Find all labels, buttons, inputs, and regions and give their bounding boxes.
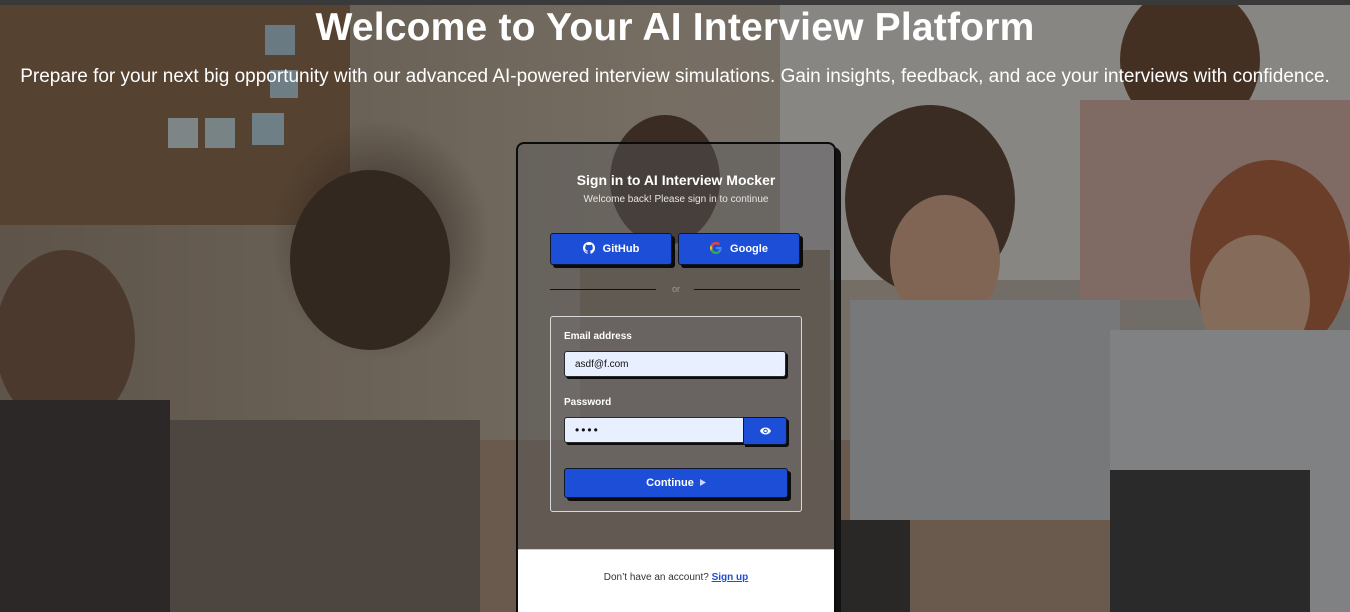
divider-line-left	[550, 289, 656, 290]
continue-button-label: Continue	[646, 477, 694, 489]
github-button[interactable]: GitHub	[550, 233, 672, 265]
google-icon	[710, 241, 722, 257]
caret-right-icon	[699, 477, 706, 489]
signin-footer: Don’t have an account? Sign up	[518, 549, 834, 612]
email-field[interactable]: asdf@f.com	[564, 351, 786, 377]
browser-top-strip	[0, 0, 1350, 5]
signin-card: Sign in to AI Interview Mocker Welcome b…	[516, 142, 836, 612]
divider-or: or	[671, 284, 680, 294]
continue-button[interactable]: Continue	[564, 468, 788, 498]
google-button-label: Google	[730, 243, 768, 255]
signup-prompt: Don’t have an account? Sign up	[518, 572, 834, 583]
signin-title: Sign in to AI Interview Mocker	[576, 172, 776, 188]
signup-link[interactable]: Sign up	[712, 572, 749, 583]
email-label: Email address	[564, 331, 632, 342]
hero-subtitle: Prepare for your next big opportunity wi…	[20, 66, 1330, 87]
github-button-label: GitHub	[602, 243, 640, 255]
signup-prompt-text: Don’t have an account?	[603, 572, 709, 583]
hero-title: Welcome to Your AI Interview Platform	[315, 6, 1035, 49]
eye-icon	[759, 422, 771, 440]
show-password-button[interactable]	[743, 417, 787, 445]
signin-subtitle: Welcome back! Please sign in to continue	[583, 194, 769, 205]
password-field[interactable]: ••••	[564, 417, 744, 443]
password-label: Password	[564, 397, 612, 408]
divider-line-right	[694, 289, 800, 290]
github-icon	[582, 241, 595, 257]
google-button[interactable]: Google	[678, 233, 800, 265]
page: Welcome to Your AI Interview Platform Pr…	[0, 0, 1350, 612]
signin-form: Email address asdf@f.com Password •••• C…	[550, 316, 802, 512]
